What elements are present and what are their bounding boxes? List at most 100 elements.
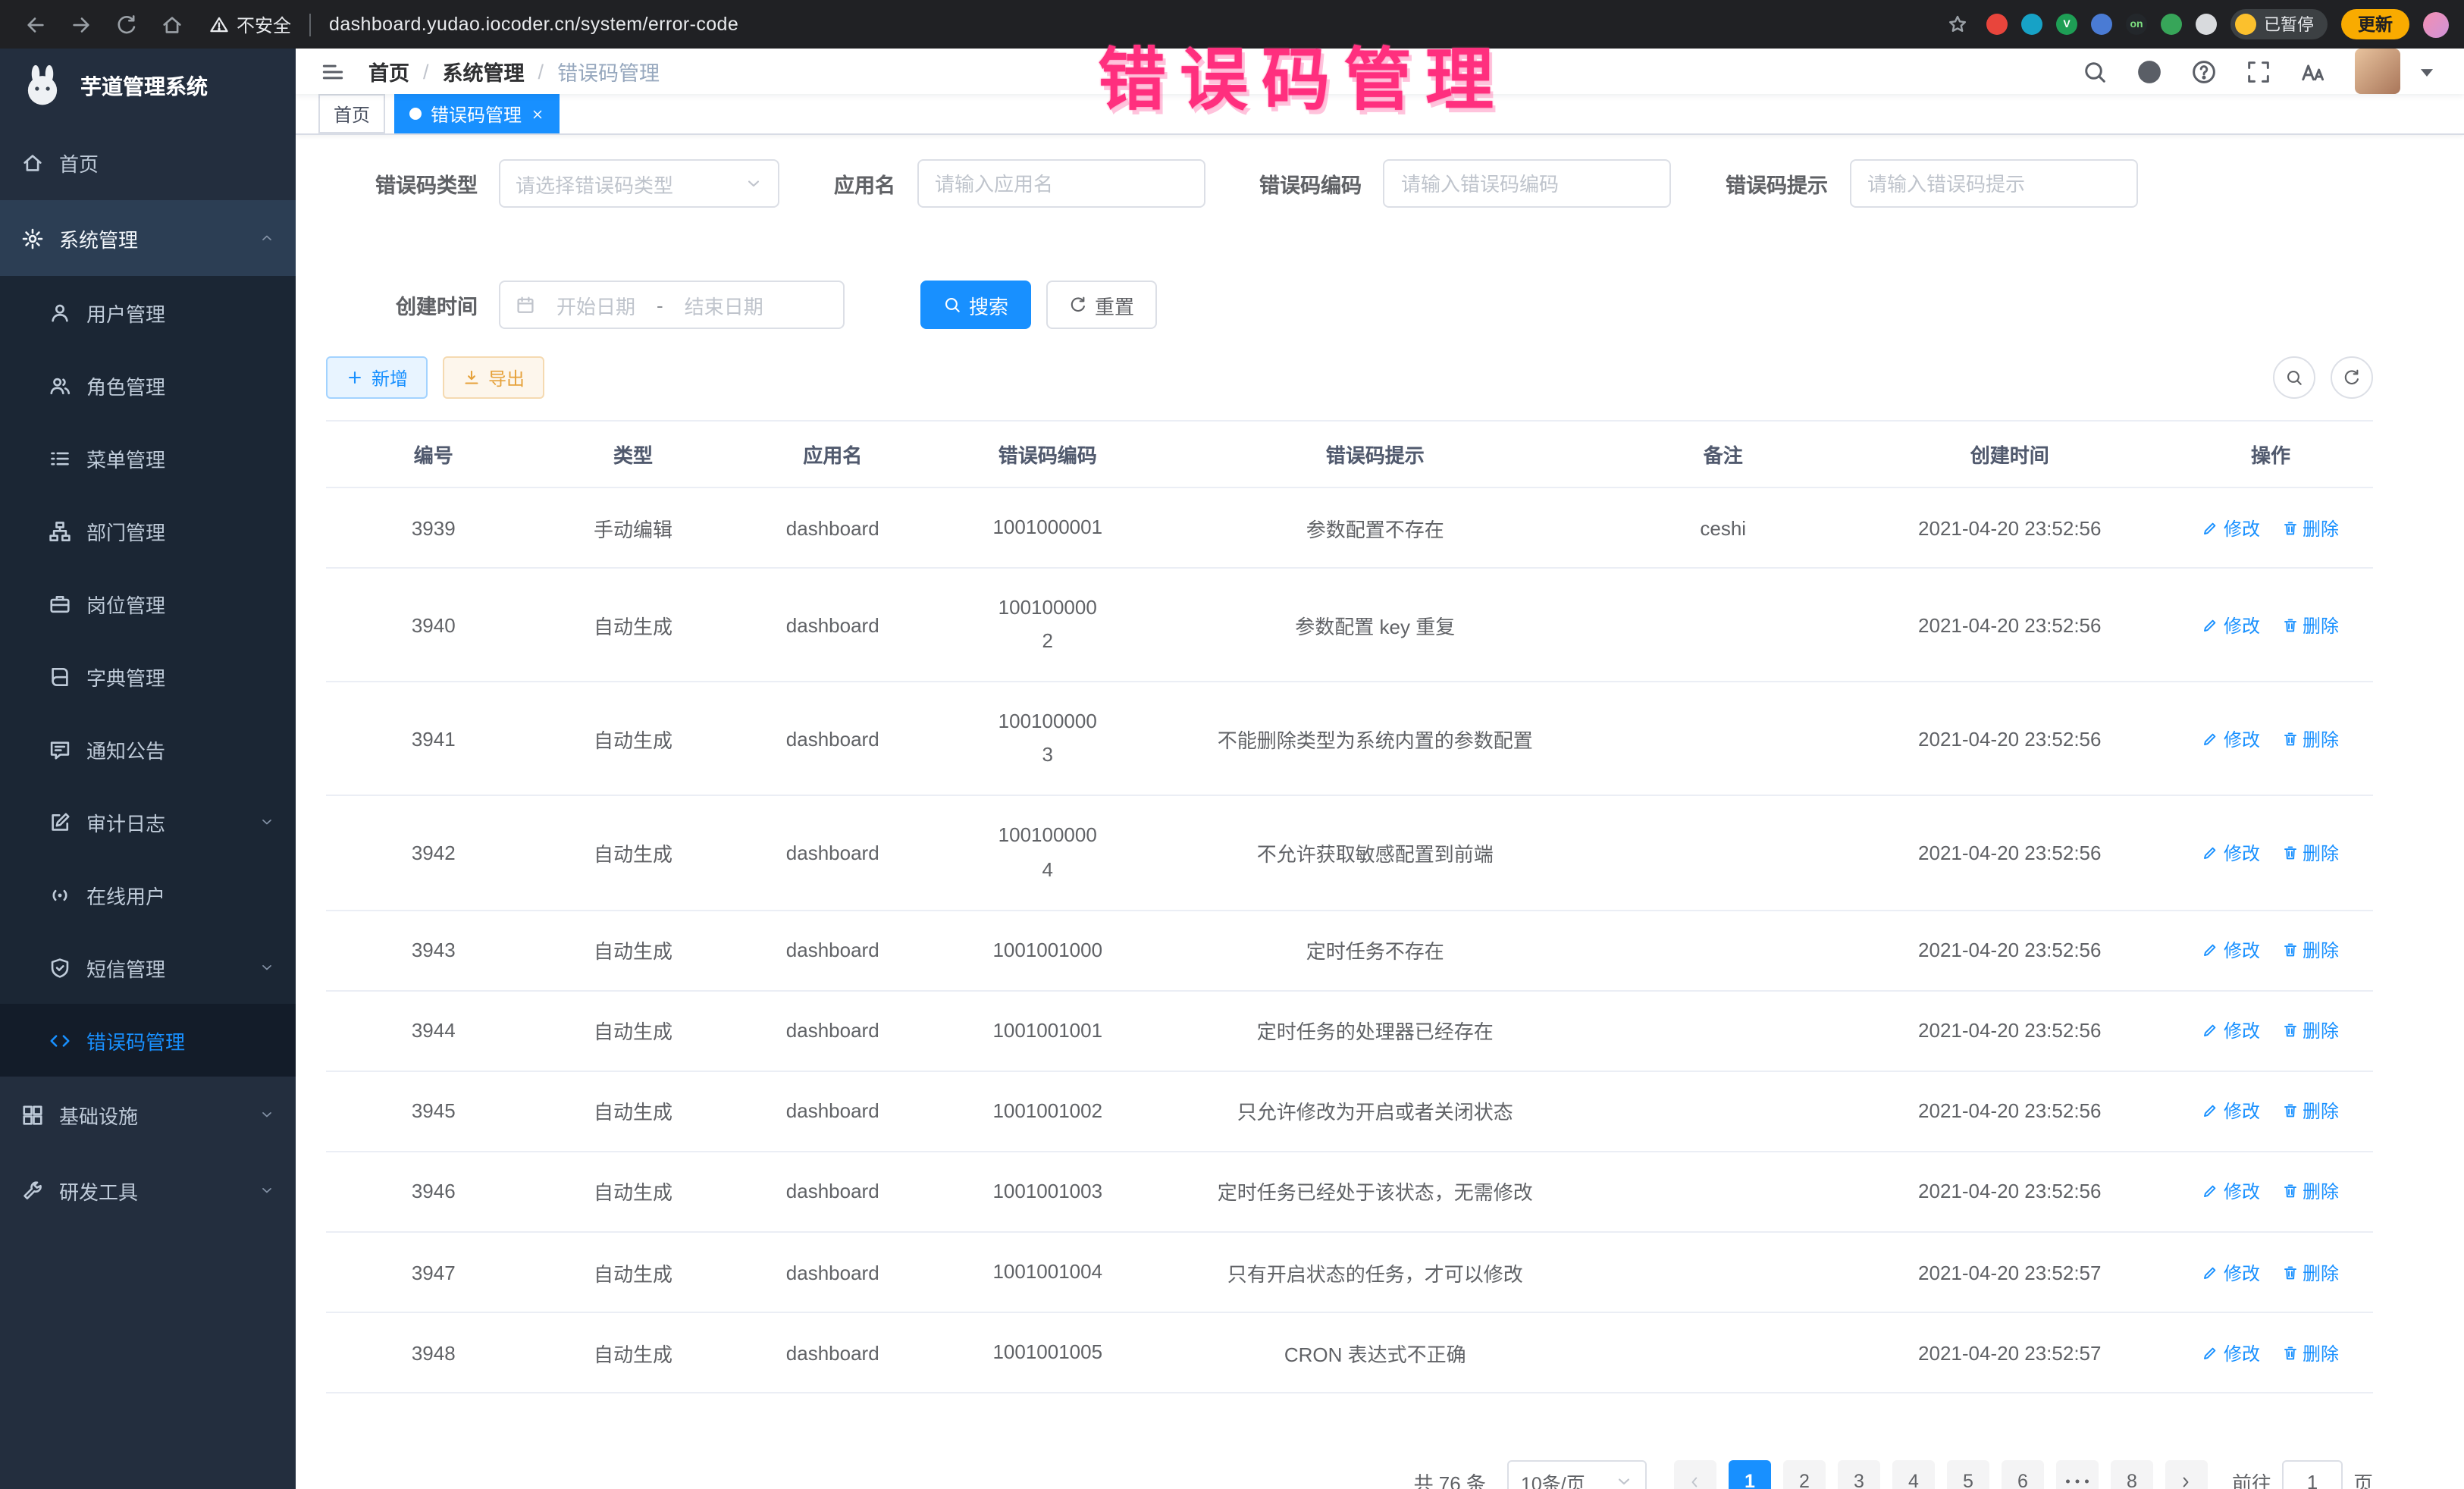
sidebar-item-role-management[interactable]: 角色管理	[0, 349, 296, 422]
page-button-5[interactable]: 5	[1947, 1460, 1989, 1489]
refresh-table-button[interactable]	[2331, 356, 2373, 399]
goto-page-input[interactable]	[2282, 1460, 2343, 1489]
tab-error-code[interactable]: 错误码管理	[394, 94, 560, 133]
delete-link[interactable]: 删除	[2281, 937, 2339, 963]
edit-link[interactable]: 修改	[2202, 840, 2260, 866]
error-code-input[interactable]	[1383, 159, 1671, 208]
edit-link[interactable]: 修改	[2202, 1340, 2260, 1365]
forward-icon[interactable]	[61, 5, 100, 44]
page-button-8[interactable]: 8	[2111, 1460, 2153, 1489]
caret-down-icon[interactable]	[2414, 58, 2440, 84]
edit-link[interactable]: 修改	[2202, 1179, 2260, 1205]
breadcrumb-system[interactable]: 系统管理	[443, 56, 525, 86]
sidebar-item-label: 部门管理	[86, 516, 274, 545]
more-pages-button[interactable]	[2056, 1460, 2099, 1489]
security-indicator[interactable]: 不安全	[209, 11, 291, 37]
error-type-select[interactable]: 请选择错误码类型	[499, 159, 779, 208]
browser-avatar[interactable]	[2423, 11, 2449, 37]
leaf-extension-icon[interactable]	[2161, 14, 2182, 35]
page-button-1[interactable]: 1	[1729, 1460, 1771, 1489]
book-icon	[49, 665, 71, 688]
edit-link[interactable]: 修改	[2202, 937, 2260, 963]
user-avatar[interactable]	[2355, 49, 2400, 94]
browser-home-icon[interactable]	[152, 5, 191, 44]
font-size-icon[interactable]	[2300, 58, 2326, 84]
pinwheel-extension-icon[interactable]	[2196, 14, 2217, 35]
sidebar-item-sms-management[interactable]: 短信管理	[0, 931, 296, 1004]
fullscreen-icon[interactable]	[2246, 58, 2271, 84]
sidebar-item-infrastructure[interactable]: 基础设施	[0, 1077, 296, 1152]
sidebar-item-dev-tools[interactable]: 研发工具	[0, 1152, 296, 1228]
sidebar-item-dict-management[interactable]: 字典管理	[0, 640, 296, 713]
sidebar-item-error-code-management[interactable]: 错误码管理	[0, 1004, 296, 1077]
github-icon[interactable]	[2136, 58, 2162, 84]
delete-link[interactable]: 删除	[2281, 1179, 2339, 1205]
reload-icon[interactable]	[106, 5, 146, 44]
reset-button[interactable]: 重置	[1046, 281, 1157, 329]
sidebar-item-home[interactable]: 首页	[0, 124, 296, 200]
page-button-2[interactable]: 2	[1783, 1460, 1826, 1489]
create-time-range-picker[interactable]: 开始日期 - 结束日期	[499, 281, 845, 329]
search-button[interactable]: 搜索	[920, 281, 1031, 329]
collapse-menu-icon[interactable]	[320, 58, 346, 84]
error-hint-input[interactable]	[1849, 159, 2137, 208]
update-button[interactable]: 更新	[2341, 9, 2409, 39]
sidebar-item-menu-management[interactable]: 菜单管理	[0, 422, 296, 494]
app-name-input[interactable]	[917, 159, 1205, 208]
export-button[interactable]: 导出	[443, 356, 544, 399]
cell-msg: 不允许获取敏感配置到前端	[1155, 796, 1596, 910]
bookmark-star-icon[interactable]	[1942, 9, 1973, 39]
breadcrumb: 首页 / 系统管理 / 错误码管理	[368, 56, 660, 86]
profile-paused-badge[interactable]: 已暂停	[2230, 9, 2328, 39]
edit-link[interactable]: 修改	[2202, 612, 2260, 638]
sidebar-item-dept-management[interactable]: 部门管理	[0, 494, 296, 567]
page-button-4[interactable]: 4	[1892, 1460, 1935, 1489]
cell-actions: 修改删除	[2168, 1071, 2373, 1152]
page-size-select[interactable]: 10条/页	[1507, 1460, 1647, 1489]
delete-link[interactable]: 删除	[2281, 1340, 2339, 1365]
delete-link[interactable]: 删除	[2281, 726, 2339, 752]
delete-link[interactable]: 删除	[2281, 515, 2339, 541]
next-page-button[interactable]	[2165, 1460, 2208, 1489]
delete-link[interactable]: 删除	[2281, 1099, 2339, 1124]
search-icon[interactable]	[2082, 58, 2108, 84]
add-button[interactable]: 新增	[326, 356, 428, 399]
edit-link[interactable]: 修改	[2202, 726, 2260, 752]
drop-extension-icon[interactable]	[2021, 14, 2042, 35]
sidebar-item-label: 字典管理	[86, 662, 274, 691]
page-button-3[interactable]: 3	[1838, 1460, 1880, 1489]
sidebar-item-post-management[interactable]: 岗位管理	[0, 567, 296, 640]
cell-actions: 修改删除	[2168, 796, 2373, 910]
edit-link[interactable]: 修改	[2202, 1099, 2260, 1124]
gear-icon	[21, 227, 44, 249]
page-button-6[interactable]: 6	[2002, 1460, 2044, 1489]
cell-app: dashboard	[726, 796, 941, 910]
delete-link[interactable]: 删除	[2281, 1259, 2339, 1285]
url-bar[interactable]: dashboard.yudao.iocoder.cn/system/error-…	[329, 14, 738, 35]
record-extension-icon[interactable]	[1986, 14, 2008, 35]
edit-link[interactable]: 修改	[2202, 515, 2260, 541]
delete-link[interactable]: 删除	[2281, 840, 2339, 866]
help-icon[interactable]	[2191, 58, 2217, 84]
dark-extension-icon[interactable]: on	[2126, 14, 2147, 35]
sidebar-item-user-management[interactable]: 用户管理	[0, 276, 296, 349]
sidebar-item-system-management[interactable]: 系统管理	[0, 200, 296, 276]
divider	[309, 13, 311, 36]
close-tab-icon[interactable]	[531, 107, 544, 121]
grid-extension-icon[interactable]	[2091, 14, 2112, 35]
delete-link[interactable]: 删除	[2281, 1018, 2339, 1044]
app-logo[interactable]: 芋道管理系统	[0, 49, 296, 124]
prev-page-button[interactable]	[1674, 1460, 1716, 1489]
toggle-search-button[interactable]	[2273, 356, 2315, 399]
sidebar-item-online-user[interactable]: 在线用户	[0, 858, 296, 931]
breadcrumb-home[interactable]: 首页	[368, 56, 409, 86]
back-icon[interactable]	[15, 5, 55, 44]
delete-link[interactable]: 删除	[2281, 612, 2339, 638]
sidebar-item-notice[interactable]: 通知公告	[0, 713, 296, 785]
edit-link[interactable]: 修改	[2202, 1018, 2260, 1044]
edit-link[interactable]: 修改	[2202, 1259, 2260, 1285]
tags-view: 首页 错误码管理	[296, 94, 2464, 135]
check-extension-icon[interactable]: V	[2056, 14, 2077, 35]
sidebar-item-audit-log[interactable]: 审计日志	[0, 785, 296, 858]
tab-home[interactable]: 首页	[318, 94, 385, 133]
